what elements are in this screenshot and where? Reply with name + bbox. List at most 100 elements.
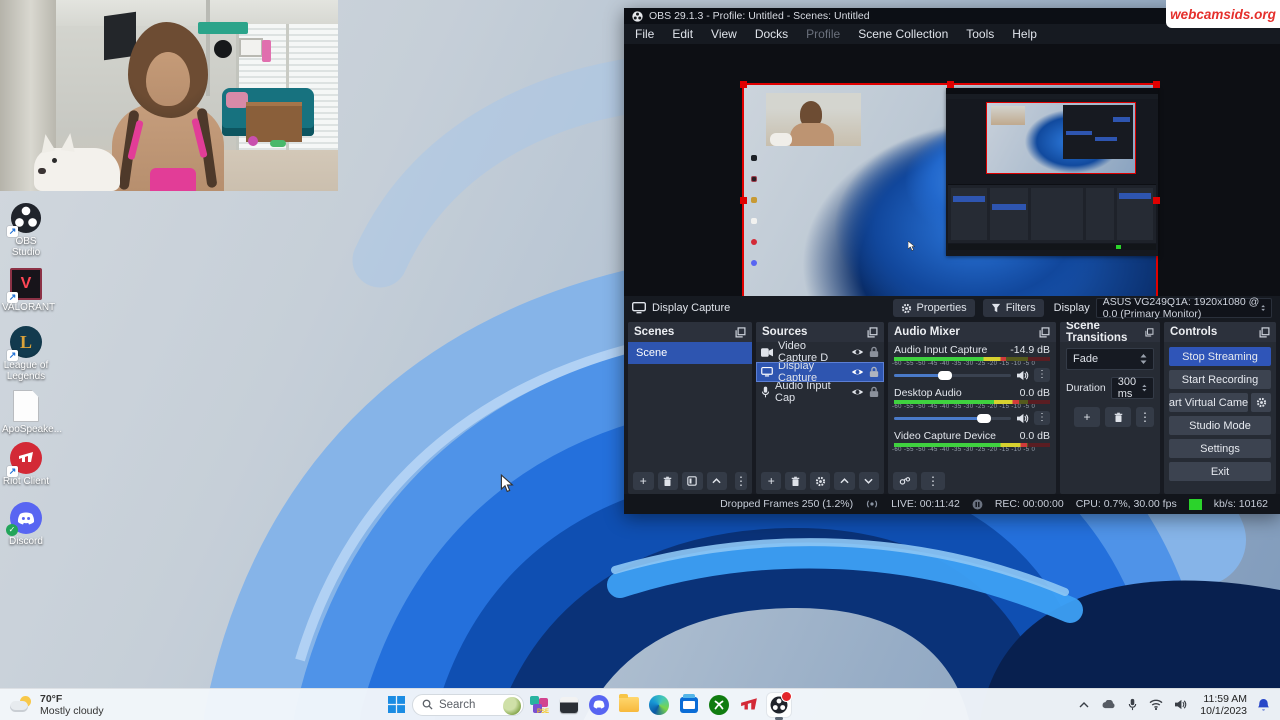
virtual-camera-config-button[interactable]: [1251, 393, 1271, 412]
desktop-icon-aposspeake[interactable]: ApoSpeake...: [2, 390, 50, 435]
remove-source-button[interactable]: [785, 472, 805, 490]
preview-desktop-icon: [751, 155, 757, 161]
taskbar-icon-edge[interactable]: [647, 693, 671, 717]
tray-chevron-up-icon[interactable]: [1075, 696, 1093, 714]
popout-icon[interactable]: [1145, 327, 1154, 338]
webcam-record-decor: [214, 40, 232, 58]
eye-icon[interactable]: [851, 367, 864, 377]
advanced-audio-button[interactable]: [893, 472, 917, 490]
speaker-icon[interactable]: [1016, 413, 1029, 424]
taskbar-icon-pse[interactable]: PSE: [527, 693, 551, 717]
volume-slider[interactable]: [894, 374, 1011, 377]
remove-transition-button[interactable]: [1105, 407, 1131, 427]
mixer-menu-button[interactable]: ⋮: [921, 472, 945, 490]
menu-profile[interactable]: Profile: [797, 24, 849, 44]
discord-icon: ✓: [10, 502, 42, 534]
taskbar-icon-discord[interactable]: [587, 693, 611, 717]
popout-icon[interactable]: [735, 327, 746, 338]
add-source-button[interactable]: +: [761, 472, 781, 490]
stop-streaming-button[interactable]: Stop Streaming: [1169, 347, 1271, 366]
lock-icon[interactable]: [869, 346, 879, 358]
scenes-header[interactable]: Scenes: [628, 322, 752, 342]
desktop-icon-riot-client[interactable]: ↗ Riot Client: [2, 442, 50, 487]
channel-menu-button[interactable]: ⋮: [1034, 411, 1050, 425]
taskbar-icon-riot[interactable]: [737, 693, 761, 717]
audio-mixer-header[interactable]: Audio Mixer: [888, 322, 1056, 342]
scene-list-item-selected[interactable]: Scene: [628, 342, 752, 364]
source-properties-button[interactable]: [810, 472, 830, 490]
selection-handle[interactable]: [740, 197, 747, 204]
desktop-icon-obs-studio[interactable]: ↗ OBS Studio: [2, 202, 50, 258]
selection-handle[interactable]: [740, 81, 747, 88]
move-scene-up-button[interactable]: [707, 472, 728, 490]
taskbar-icon-obs-active[interactable]: [767, 693, 791, 717]
transition-menu-button[interactable]: ⋮: [1136, 407, 1154, 427]
sources-header[interactable]: Sources: [756, 322, 884, 342]
lock-icon[interactable]: [869, 386, 879, 398]
search-highlight-avatar[interactable]: [503, 697, 521, 715]
selection-handle[interactable]: [1153, 197, 1160, 204]
remove-scene-button[interactable]: [658, 472, 679, 490]
add-transition-button[interactable]: +: [1074, 407, 1100, 427]
preview-canvas[interactable]: [742, 83, 1158, 317]
tray-clock[interactable]: 11:59 AM 10/1/2023: [1200, 693, 1247, 717]
desktop-icon-discord[interactable]: ✓ Discord: [2, 502, 50, 547]
mixer-channel-audio-input: Audio Input Capture-14.9 dB -60 -55 -50 …: [888, 342, 1056, 385]
menu-tools[interactable]: Tools: [957, 24, 1003, 44]
source-row-display-capture[interactable]: Display Capture: [756, 362, 884, 382]
start-button[interactable]: [385, 693, 409, 717]
move-source-up-button[interactable]: [834, 472, 854, 490]
scene-transitions-header[interactable]: Scene Transitions: [1060, 322, 1160, 342]
filters-button[interactable]: Filters: [983, 299, 1044, 317]
speaker-icon[interactable]: [1016, 370, 1029, 381]
tray-volume-icon[interactable]: [1171, 696, 1189, 714]
popout-icon[interactable]: [1259, 327, 1270, 338]
start-virtual-camera-button[interactable]: art Virtual Came: [1169, 393, 1248, 412]
start-recording-button[interactable]: Start Recording: [1169, 370, 1271, 389]
add-scene-button[interactable]: +: [633, 472, 654, 490]
eye-icon[interactable]: [851, 347, 864, 357]
tray-wifi-icon[interactable]: [1147, 696, 1165, 714]
taskbar-icon-store[interactable]: [677, 693, 701, 717]
channel-menu-button[interactable]: ⋮: [1034, 368, 1050, 382]
controls-header[interactable]: Controls: [1164, 322, 1276, 342]
taskbar-icon-xbox[interactable]: [707, 693, 731, 717]
menu-help[interactable]: Help: [1003, 24, 1046, 44]
menu-view[interactable]: View: [702, 24, 746, 44]
desktop-icon-league-of-legends[interactable]: L ↗ League of Legends: [2, 326, 50, 382]
volume-slider[interactable]: [894, 417, 1011, 420]
settings-button[interactable]: Settings: [1169, 439, 1271, 458]
taskbar-icon-file-explorer[interactable]: [617, 693, 641, 717]
eye-icon[interactable]: [851, 387, 864, 397]
tray-microphone-icon[interactable]: [1123, 696, 1141, 714]
popout-icon[interactable]: [1039, 327, 1050, 338]
menu-file[interactable]: File: [626, 24, 663, 44]
source-row-video-capture[interactable]: Video Capture D: [756, 342, 884, 362]
scenes-menu-button[interactable]: ⋮: [735, 472, 747, 490]
xbox-logo-icon: [709, 695, 729, 715]
scene-filters-button[interactable]: [682, 472, 703, 490]
selection-handle[interactable]: [1153, 81, 1160, 88]
menu-edit[interactable]: Edit: [663, 24, 702, 44]
duration-spinner[interactable]: 300 ms: [1111, 377, 1154, 399]
popout-icon[interactable]: [867, 327, 878, 338]
exit-button[interactable]: Exit: [1169, 462, 1271, 481]
taskbar-icon-app-dark[interactable]: [557, 693, 581, 717]
display-select[interactable]: ASUS VG249Q1A: 1920x1080 @ 0.0 (Primary …: [1096, 298, 1272, 318]
tray-onedrive-icon[interactable]: [1099, 696, 1117, 714]
dog: [34, 148, 120, 191]
move-source-down-button[interactable]: [859, 472, 879, 490]
menu-scene-collection[interactable]: Scene Collection: [849, 24, 957, 44]
menu-docks[interactable]: Docks: [746, 24, 797, 44]
studio-mode-button[interactable]: Studio Mode: [1169, 416, 1271, 435]
source-row-audio-input[interactable]: Audio Input Cap: [756, 382, 884, 402]
obs-preview-area[interactable]: [624, 44, 1280, 296]
taskbar-search[interactable]: Search: [412, 694, 524, 716]
notification-bell-icon[interactable]: [1254, 696, 1272, 714]
desktop-icon-valorant[interactable]: V ↗ VALORANT: [2, 268, 50, 313]
taskbar-weather-widget[interactable]: 70°F Mostly cloudy: [10, 693, 104, 717]
selection-handle[interactable]: [947, 81, 954, 88]
properties-button[interactable]: Properties: [893, 299, 975, 317]
transition-select[interactable]: Fade: [1066, 348, 1154, 370]
lock-icon[interactable]: [869, 366, 879, 378]
